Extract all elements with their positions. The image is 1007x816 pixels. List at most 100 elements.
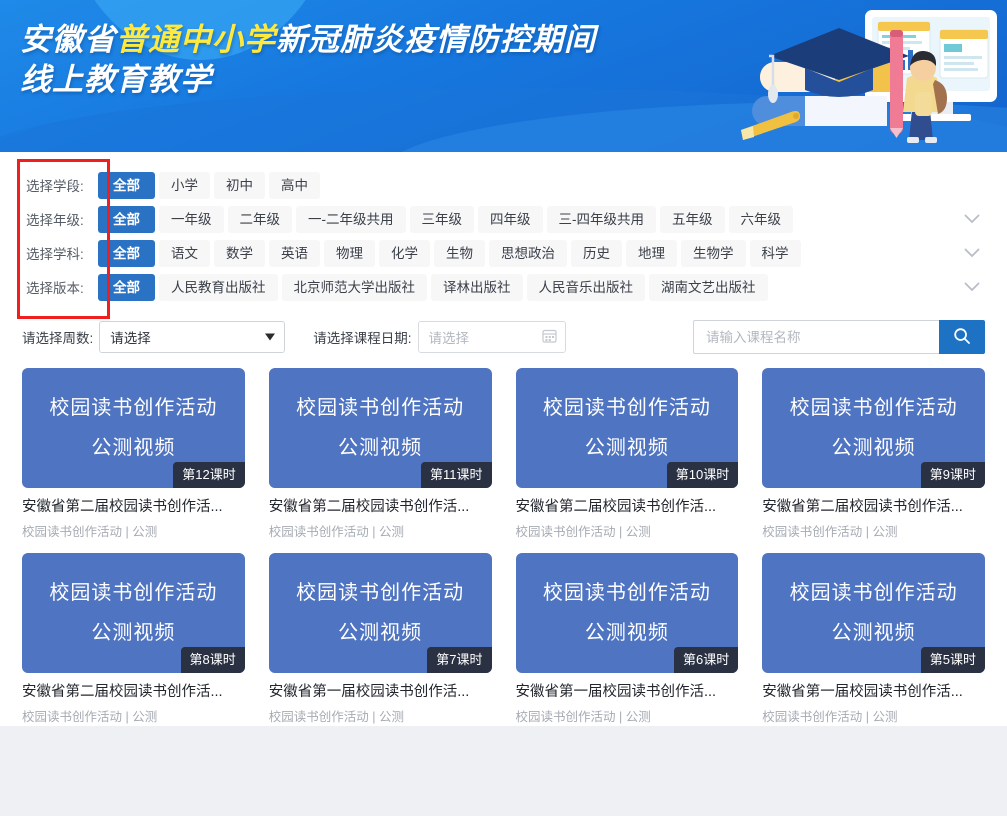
thumbnail-line2: 公测视频 bbox=[584, 622, 669, 644]
chip-subject-chemistry[interactable]: 化学 bbox=[379, 239, 430, 267]
chip-grade-all[interactable]: 全部 bbox=[98, 205, 155, 233]
search-toolbar: 请选择周数: 请选择 请选择课程日期: 请选择 bbox=[0, 310, 1007, 368]
lesson-badge: 第12课时 bbox=[173, 462, 245, 488]
week-select-value: 请选择 bbox=[110, 331, 151, 346]
course-title: 安徽省第二届校园读书创作活... bbox=[22, 499, 223, 515]
lesson-badge: 第7课时 bbox=[427, 647, 492, 673]
course-title: 安徽省第二届校园读书创作活... bbox=[22, 684, 223, 700]
chevron-down-icon[interactable] bbox=[961, 276, 983, 298]
chip-grade-6[interactable]: 六年级 bbox=[728, 205, 793, 233]
chip-subject-science[interactable]: 科学 bbox=[749, 239, 801, 267]
course-meta: 校园读书创作活动 | 公测 bbox=[762, 525, 898, 539]
chip-edition-music[interactable]: 人民音乐出版社 bbox=[526, 273, 645, 301]
course-thumbnail[interactable]: 校园读书创作活动 公测视频 第12课时 bbox=[22, 368, 245, 488]
chevron-down-icon[interactable] bbox=[961, 242, 983, 264]
filter-row-subject: 选择学科: 全部 语文 数学 英语 物理 化学 生物 思想政治 历史 地理 生物… bbox=[14, 236, 993, 270]
chip-grade-1-2-shared[interactable]: 一-二年级共用 bbox=[296, 205, 406, 233]
filter-label-subject: 选择学科: bbox=[26, 247, 84, 262]
chip-grade-1[interactable]: 一年级 bbox=[159, 205, 224, 233]
chip-subject-politics[interactable]: 思想政治 bbox=[489, 239, 567, 267]
course-card[interactable]: 校园读书创作活动 公测视频 第6课时 安徽省第一届校园读书创作活... 校园读书… bbox=[515, 553, 739, 726]
chip-grade-5[interactable]: 五年级 bbox=[660, 205, 725, 233]
chip-edition-yilin[interactable]: 译林出版社 bbox=[431, 273, 523, 301]
search-input[interactable] bbox=[693, 320, 939, 354]
filter-chips-stage: 全部 小学 初中 高中 bbox=[98, 171, 320, 199]
course-title: 安徽省第二届校园读书创作活... bbox=[762, 499, 963, 515]
banner-title-part1: 安徽省 bbox=[20, 22, 116, 57]
course-title: 安徽省第一届校园读书创作活... bbox=[268, 684, 470, 700]
thumbnail-line1: 校园读书创作活动 bbox=[49, 582, 218, 604]
course-thumbnail[interactable]: 校园读书创作活动 公测视频 第5课时 bbox=[762, 553, 985, 673]
course-thumbnail[interactable]: 校园读书创作活动 公测视频 第7课时 bbox=[268, 553, 492, 673]
chip-edition-bnup[interactable]: 北京师范大学出版社 bbox=[281, 273, 427, 301]
chip-subject-all[interactable]: 全部 bbox=[98, 239, 155, 267]
filter-row-edition: 选择版本: 全部 人民教育出版社 北京师范大学出版社 译林出版社 人民音乐出版社… bbox=[14, 270, 993, 304]
page-banner: 安徽省普通中小学新冠肺炎疫情防控期间 线上教育教学 bbox=[0, 0, 1007, 152]
thumbnail-line2: 公测视频 bbox=[91, 622, 176, 644]
course-thumbnail[interactable]: 校园读书创作活动 公测视频 第6课时 bbox=[515, 553, 739, 673]
chevron-down-icon[interactable] bbox=[961, 208, 983, 230]
chevron-down-icon bbox=[265, 333, 276, 341]
calendar-icon bbox=[541, 328, 557, 346]
search-button[interactable] bbox=[939, 320, 985, 354]
course-thumbnail[interactable]: 校园读书创作活动 公测视频 第11课时 bbox=[268, 368, 492, 488]
thumbnail-line2: 公测视频 bbox=[338, 437, 423, 459]
thumbnail-line2: 公测视频 bbox=[831, 622, 916, 644]
lesson-badge: 第11课时 bbox=[421, 462, 492, 488]
banner-title-highlight: 普通中小学 bbox=[116, 22, 276, 57]
course-card[interactable]: 校园读书创作活动 公测视频 第11课时 安徽省第二届校园读书创作活... 校园读… bbox=[268, 368, 492, 541]
course-card[interactable]: 校园读书创作活动 公测视频 第7课时 安徽省第一届校园读书创作活... 校园读书… bbox=[268, 553, 492, 726]
course-card[interactable]: 校园读书创作活动 公测视频 第10课时 安徽省第二届校园读书创作活... 校园读… bbox=[515, 368, 739, 541]
chip-subject-biology-science[interactable]: 生物学 bbox=[681, 239, 746, 267]
chip-subject-math[interactable]: 数学 bbox=[214, 239, 265, 267]
lesson-badge: 第9课时 bbox=[920, 462, 985, 488]
course-title: 安徽省第二届校园读书创作活... bbox=[268, 499, 470, 515]
banner-illustration bbox=[741, 10, 997, 143]
course-meta: 校园读书创作活动 | 公测 bbox=[268, 710, 404, 724]
course-card[interactable]: 校园读书创作活动 公测视频 第9课时 安徽省第二届校园读书创作活... 校园读书… bbox=[762, 368, 985, 541]
chip-grade-3[interactable]: 三年级 bbox=[409, 205, 474, 233]
week-select-label: 请选择周数: bbox=[22, 331, 94, 346]
thumbnail-line1: 校园读书创作活动 bbox=[789, 582, 958, 604]
course-thumbnail[interactable]: 校园读书创作活动 公测视频 第8课时 bbox=[22, 553, 245, 673]
chip-subject-history[interactable]: 历史 bbox=[571, 239, 622, 267]
lesson-badge: 第10课时 bbox=[666, 462, 739, 488]
week-select[interactable]: 请选择 bbox=[99, 321, 286, 353]
course-meta: 校园读书创作活动 | 公测 bbox=[22, 525, 158, 539]
filter-chips-edition: 全部 人民教育出版社 北京师范大学出版社 译林出版社 人民音乐出版社 湖南文艺出… bbox=[98, 273, 768, 301]
course-meta: 校园读书创作活动 | 公测 bbox=[268, 525, 404, 539]
lesson-badge: 第8课时 bbox=[180, 647, 245, 673]
course-card[interactable]: 校园读书创作活动 公测视频 第8课时 安徽省第二届校园读书创作活... 校园读书… bbox=[22, 553, 245, 726]
filter-label-grade: 选择年级: bbox=[26, 213, 84, 228]
filter-chips-grade: 全部 一年级 二年级 一-二年级共用 三年级 四年级 三-四年级共用 五年级 六… bbox=[98, 205, 793, 233]
chip-subject-english[interactable]: 英语 bbox=[269, 239, 320, 267]
search-icon bbox=[953, 327, 971, 348]
course-search bbox=[693, 320, 985, 354]
chip-subject-geography[interactable]: 地理 bbox=[626, 239, 677, 267]
course-title: 安徽省第二届校园读书创作活... bbox=[515, 499, 717, 515]
chip-subject-chinese[interactable]: 语文 bbox=[159, 239, 210, 267]
chip-stage-junior[interactable]: 初中 bbox=[214, 171, 265, 199]
course-card[interactable]: 校园读书创作活动 公测视频 第12课时 安徽省第二届校园读书创作活... 校园读… bbox=[22, 368, 245, 541]
chip-grade-3-4-shared[interactable]: 三-四年级共用 bbox=[546, 205, 656, 233]
chip-edition-hunan-arts[interactable]: 湖南文艺出版社 bbox=[649, 273, 768, 301]
date-picker-placeholder: 请选择 bbox=[428, 331, 470, 346]
chip-grade-2[interactable]: 二年级 bbox=[227, 205, 292, 233]
chip-subject-physics[interactable]: 物理 bbox=[324, 239, 375, 267]
chip-edition-pep[interactable]: 人民教育出版社 bbox=[159, 273, 278, 301]
filter-label-stage: 选择学段: bbox=[26, 179, 84, 194]
thumbnail-line1: 校园读书创作活动 bbox=[542, 582, 711, 604]
course-date-picker[interactable]: 请选择 bbox=[417, 321, 566, 353]
chip-subject-biology[interactable]: 生物 bbox=[434, 239, 485, 267]
filter-row-stage: 选择学段: 全部 小学 初中 高中 bbox=[14, 168, 993, 202]
chip-edition-all[interactable]: 全部 bbox=[98, 273, 155, 301]
chip-stage-primary[interactable]: 小学 bbox=[159, 171, 210, 199]
thumbnail-line1: 校园读书创作活动 bbox=[789, 397, 958, 419]
chip-stage-all[interactable]: 全部 bbox=[98, 171, 155, 199]
chip-stage-senior[interactable]: 高中 bbox=[269, 171, 320, 199]
thumbnail-line1: 校园读书创作活动 bbox=[296, 582, 465, 604]
course-thumbnail[interactable]: 校园读书创作活动 公测视频 第10课时 bbox=[515, 368, 739, 488]
chip-grade-4[interactable]: 四年级 bbox=[478, 205, 543, 233]
course-card[interactable]: 校园读书创作活动 公测视频 第5课时 安徽省第一届校园读书创作活... 校园读书… bbox=[762, 553, 985, 726]
course-thumbnail[interactable]: 校园读书创作活动 公测视频 第9课时 bbox=[762, 368, 985, 488]
